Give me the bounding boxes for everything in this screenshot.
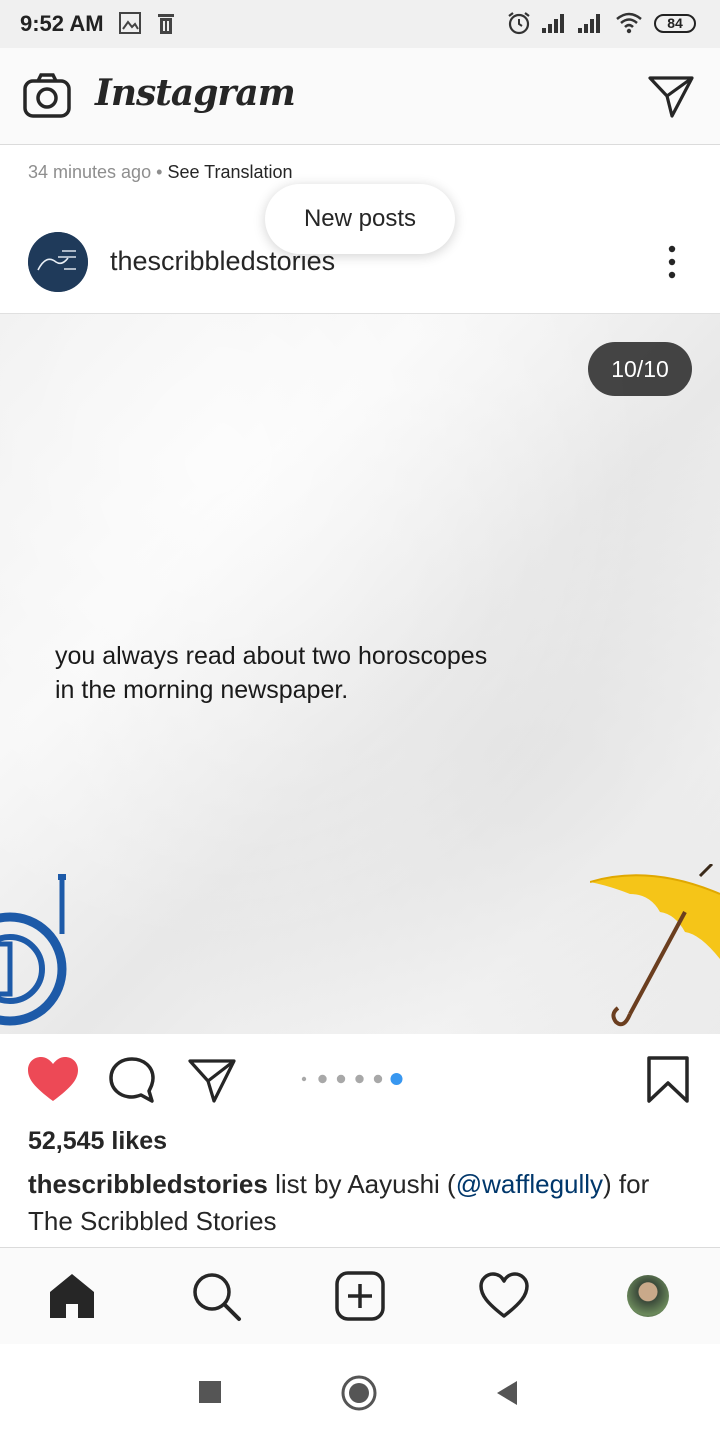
- back-triangle-icon[interactable]: [494, 1379, 520, 1407]
- yellow-umbrella-illustration: [590, 864, 720, 1027]
- carousel-dots: [301, 1073, 403, 1085]
- caption-text: list by Aayushi (: [267, 1169, 456, 1199]
- carousel-counter-badge: 10/10: [588, 342, 692, 396]
- save-bookmark-icon[interactable]: [644, 1055, 692, 1105]
- likes-count[interactable]: 52,545 likes: [28, 1127, 167, 1156]
- post-timestamp: 34 minutes ago: [28, 162, 152, 182]
- share-icon[interactable]: [186, 1055, 238, 1105]
- carousel-dot: [336, 1074, 346, 1084]
- activity-heart-icon[interactable]: [478, 1270, 530, 1322]
- search-icon[interactable]: [190, 1270, 242, 1322]
- status-time: 9:52 AM: [20, 11, 104, 36]
- quote-line: you always read about two horoscopes: [55, 642, 488, 670]
- app-header: Instagram: [0, 48, 720, 145]
- battery-icon: 84: [654, 14, 696, 33]
- instagram-logo: Instagram: [95, 72, 296, 114]
- post-image[interactable]: 10/10 you always read about two horoscop…: [0, 313, 720, 1034]
- direct-message-icon[interactable]: [646, 72, 696, 120]
- recents-square-icon[interactable]: [198, 1380, 222, 1404]
- carousel-dot: [318, 1074, 327, 1084]
- image-notification-icon: [119, 12, 141, 34]
- caption-username[interactable]: thescribbledstories: [28, 1169, 268, 1199]
- camera-icon[interactable]: [22, 72, 72, 120]
- carousel-dot: [301, 1076, 307, 1082]
- post-caption: thescribbledstories list by Aayushi (@wa…: [28, 1166, 698, 1240]
- status-bar: 9:52 AM 84: [0, 0, 720, 48]
- author-avatar[interactable]: [28, 232, 88, 292]
- carousel-dot-active: [390, 1073, 403, 1085]
- french-horn-illustration: [0, 874, 67, 1026]
- more-options-icon[interactable]: [656, 244, 688, 280]
- like-heart-icon[interactable]: [26, 1055, 80, 1105]
- quote-line: in the morning newspaper.: [55, 676, 349, 704]
- see-translation-link[interactable]: See Translation: [167, 162, 292, 182]
- post-timestamp-row: 34 minutes ago • See Translation: [28, 162, 293, 183]
- carousel-dot: [373, 1074, 383, 1084]
- separator-dot: •: [156, 162, 163, 182]
- alarm-icon: [508, 12, 530, 35]
- caption-mention[interactable]: @wafflegully: [456, 1169, 603, 1199]
- post-image-quote: you always read about two horoscopes in …: [55, 639, 575, 707]
- profile-avatar[interactable]: [627, 1275, 669, 1317]
- signal-icon: [542, 14, 564, 33]
- author-avatar-logo: [28, 232, 88, 292]
- signal-icon: [578, 14, 600, 33]
- home-icon[interactable]: [46, 1270, 98, 1322]
- trash-notification-icon: [158, 14, 174, 34]
- new-posts-pill[interactable]: New posts: [265, 184, 455, 254]
- add-post-icon[interactable]: [334, 1270, 386, 1322]
- system-navigation-bar: [0, 1344, 720, 1440]
- home-circle-icon[interactable]: [340, 1374, 378, 1412]
- carousel-dot: [355, 1074, 364, 1084]
- bottom-navigation: [0, 1247, 720, 1344]
- comment-icon[interactable]: [106, 1055, 158, 1105]
- wifi-icon: [616, 12, 642, 34]
